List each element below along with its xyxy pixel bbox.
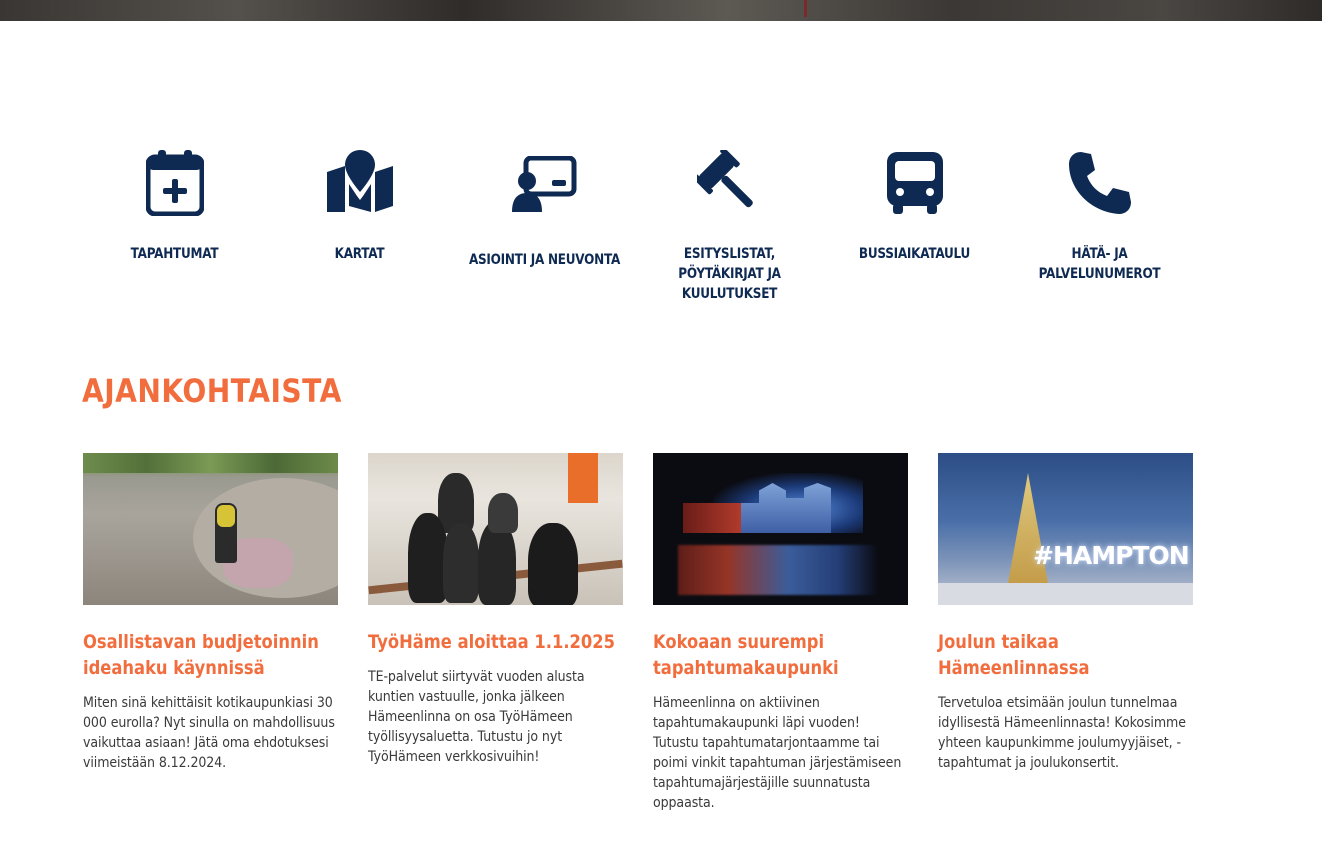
news-card[interactable]: Osallistavan budjetoinnin ideahaku käynn…	[83, 453, 338, 773]
news-card[interactable]: Kokoaan suurempi tapahtumakaupunki Hämee…	[653, 453, 908, 813]
image-detail	[478, 521, 516, 605]
news-card-description: TE-palvelut siirtyvät vuoden alusta kunt…	[368, 669, 585, 765]
quicklink-hatanumerot[interactable]: HÄTÄ- JA PALVELUNUMEROT	[1007, 150, 1192, 284]
presentation-user-icon	[452, 156, 637, 224]
image-detail	[568, 453, 598, 503]
hero-image-detail	[804, 0, 807, 17]
calendar-plus-icon	[82, 150, 267, 218]
quicklink-bussiaikataulu[interactable]: BUSSIAIKATAULU	[822, 150, 1007, 264]
quicklink-tapahtumat[interactable]: TAPAHTUMAT	[82, 150, 267, 264]
gavel-icon	[637, 150, 822, 218]
hero-image-bottom	[0, 0, 1322, 21]
news-card-title-link[interactable]: TyöHäme aloittaa 1.1.2025	[368, 629, 617, 655]
quicklink-esityslistat[interactable]: ESITYSLISTAT, PÖYTÄKIRJAT JA KUULUTUKSET	[637, 150, 822, 304]
image-detail	[938, 583, 1193, 605]
image-detail	[408, 513, 448, 603]
quicklink-label: BUSSIAIKATAULU	[858, 246, 971, 262]
news-card-description: Tervetuloa etsimään joulun tunnelmaa idy…	[938, 695, 1186, 771]
quicklinks-nav: TAPAHTUMAT KARTAT ASIOINTI JA NEUVONTA E…	[82, 150, 1192, 320]
news-card[interactable]: TyöHäme aloittaa 1.1.2025 TE-palvelut si…	[368, 453, 623, 767]
quicklink-kartat[interactable]: KARTAT	[267, 150, 452, 264]
news-card-image[interactable]	[368, 453, 623, 605]
quicklink-label: ASIOINTI JA NEUVONTA	[468, 252, 621, 268]
news-card-description: Miten sinä kehittäisit kotikaupunkiasi 3…	[83, 695, 335, 771]
news-card-title-link[interactable]: Osallistavan budjetoinnin ideahaku käynn…	[83, 629, 332, 681]
map-pin-icon	[267, 150, 452, 218]
news-card-image[interactable]	[83, 453, 338, 605]
news-card-image[interactable]	[653, 453, 908, 605]
image-detail	[488, 493, 518, 533]
quicklink-label: KARTAT	[334, 246, 385, 262]
news-card-image[interactable]: #HAMPTON	[938, 453, 1193, 605]
image-detail	[217, 505, 235, 527]
phone-icon	[1007, 150, 1192, 218]
image-detail	[678, 545, 878, 595]
image-detail	[528, 523, 578, 605]
quicklink-label: TAPAHTUMAT	[130, 246, 219, 262]
news-card-title-link[interactable]: Joulun taikaa Hämeenlinnassa	[938, 629, 1187, 681]
image-detail	[443, 523, 479, 603]
news-card[interactable]: #HAMPTON Joulun taikaa Hämeenlinnassa Te…	[938, 453, 1193, 773]
quicklink-asiointi[interactable]: ASIOINTI JA NEUVONTA	[452, 150, 637, 270]
quicklink-label: HÄTÄ- JA PALVELUNUMEROT	[1038, 246, 1161, 282]
news-card-description: Hämeenlinna on aktiivinen tapahtumakaupu…	[653, 695, 902, 811]
news-card-title-link[interactable]: Kokoaan suurempi tapahtumakaupunki	[653, 629, 902, 681]
quicklink-label: ESITYSLISTAT, PÖYTÄKIRJAT JA KUULUTUKSET	[678, 246, 781, 302]
news-section-heading: AJANKOHTAISTA	[82, 372, 342, 410]
image-detail	[83, 453, 338, 473]
image-sign-text: #HAMPTON	[1033, 541, 1190, 570]
bus-icon	[822, 150, 1007, 218]
